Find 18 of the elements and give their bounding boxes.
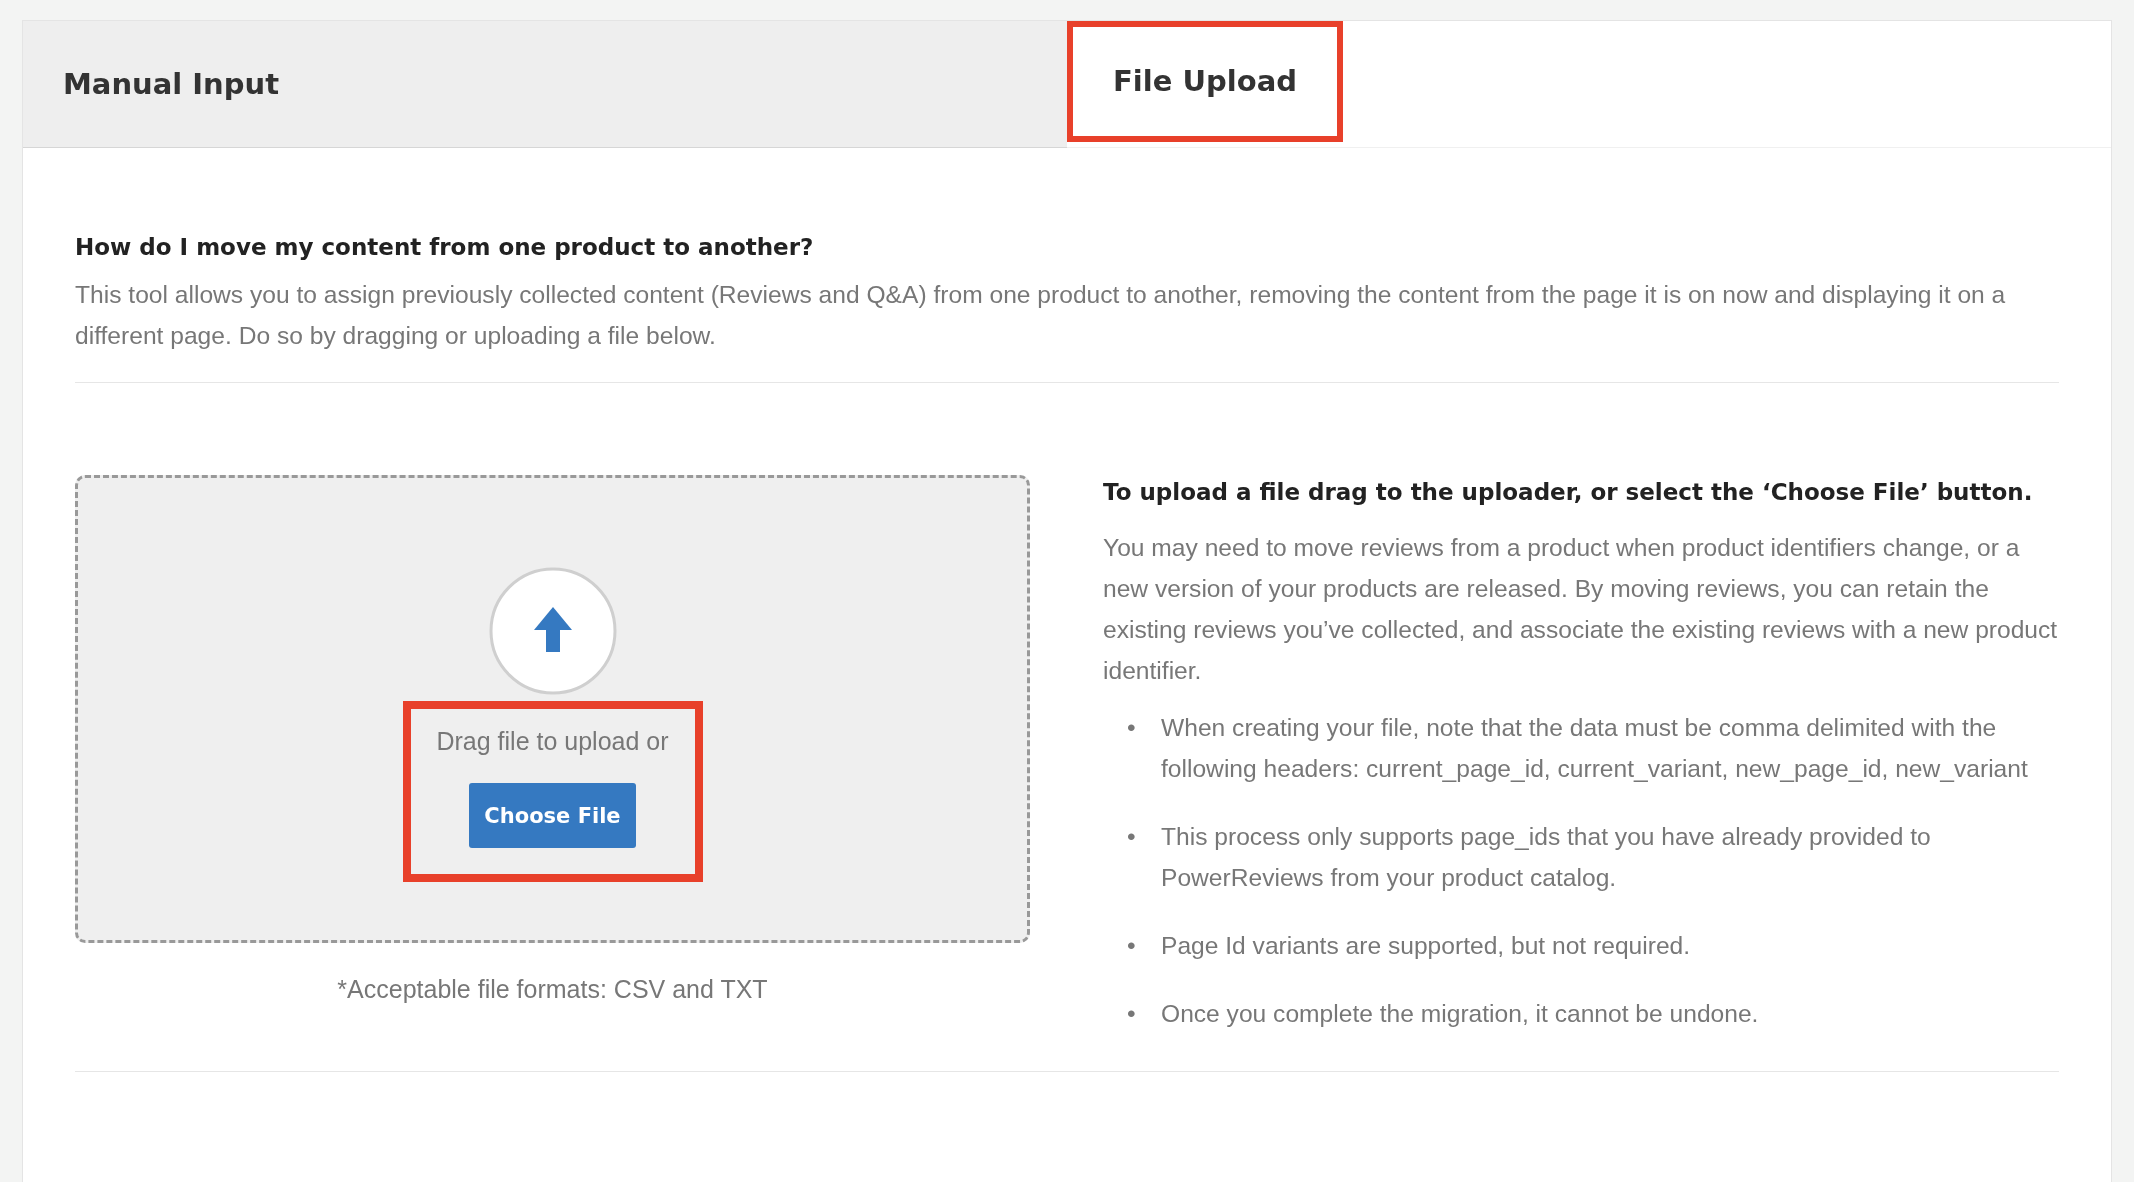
bullet-item: Page Id variants are supported, but not required.	[1161, 931, 1691, 961]
tab[interactable]: Manual Input	[23, 21, 1067, 148]
drop-zone[interactable]: Drag file to upload or Choose File	[75, 475, 1030, 943]
instructions-paragraph: You may need to move reviews from a product when product identifiers change, or a new version of your products are released. By moving reviews, you can retain the existing reviews you’ve collected, and associate the existing reviews with a new product identifier.	[1103, 533, 2059, 686]
section-heading: How do I move my content from one product to another?	[75, 234, 815, 260]
bullet-item: When creating your file, note that the data must be comma delimited with the following headers: current_page_id, current_variant, new_page_id, new_variant	[1161, 713, 2029, 784]
drag-prompt: Drag file to upload or	[436, 727, 669, 756]
bullet-marker: •	[1127, 931, 1137, 961]
file-formats-note: *Acceptable file formats: CSV and TXT	[336, 975, 769, 1004]
bullet-item: Once you complete the migration, it cannot be undone.	[1161, 999, 1759, 1029]
bullet-marker: •	[1127, 822, 1137, 852]
bullet-marker: •	[1127, 999, 1137, 1029]
choose-file-button[interactable]: Choose File	[469, 783, 636, 848]
tab[interactable]: File Upload	[1067, 21, 1343, 148]
instructions-heading: To upload a file drag to the uploader, or select the ‘Choose File’ button.	[1103, 479, 2034, 505]
bullet-item: This process only supports page_ids that you have already provided to PowerReviews from your product catalog.	[1161, 822, 1932, 893]
bullet-marker: •	[1127, 713, 1137, 743]
intro-paragraph: This tool allows you to assign previously collected content (Reviews and Q&A) from one product to another, removing the content from the page it is on now and displaying it on a different page. Do so by dragging or uploading a file below.	[75, 280, 2007, 351]
